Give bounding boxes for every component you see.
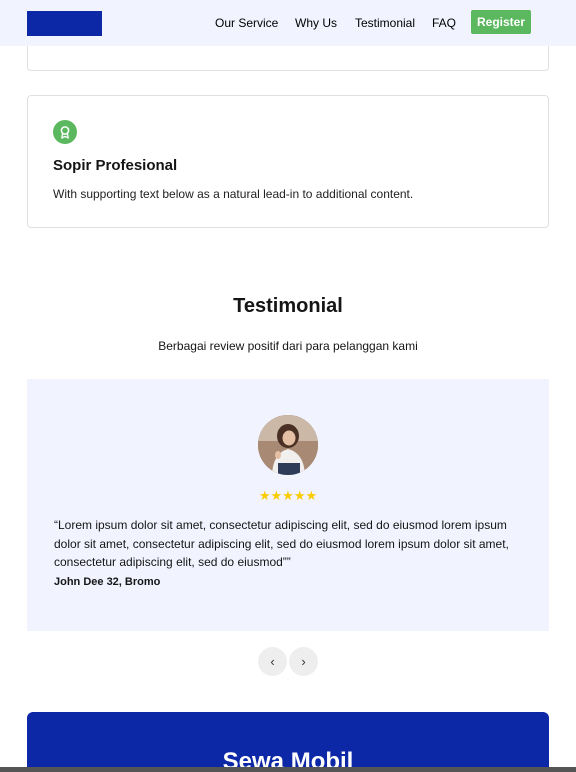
card-text: With supporting text below as a natural … xyxy=(53,187,414,201)
nav-link-our-service[interactable]: Our Service xyxy=(215,16,278,30)
window-bottom-edge xyxy=(0,767,576,772)
carousel-prev-button[interactable]: ‹ xyxy=(258,647,287,676)
carousel-next-button[interactable]: › xyxy=(289,647,318,676)
rating-stars: ★★★★★ xyxy=(258,488,318,503)
navbar: Our Service Why Us Testimonial FAQ Regis… xyxy=(0,0,576,46)
cta-banner: Sewa Mobil xyxy=(27,712,549,772)
award-badge-icon xyxy=(53,120,77,144)
logo[interactable] xyxy=(27,11,102,36)
nav-link-why-us[interactable]: Why Us xyxy=(295,16,337,30)
card-title: Sopir Profesional xyxy=(53,157,178,174)
avatar xyxy=(258,415,318,475)
testimonial-card: ★★★★★ “Lorem ipsum dolor sit amet, conse… xyxy=(27,379,549,631)
testimonial-quote: “Lorem ipsum dolor sit amet, consectetur… xyxy=(54,518,509,569)
testimonial-author: John Dee 32, Bromo xyxy=(54,576,161,588)
register-button[interactable]: Register xyxy=(471,10,531,34)
feature-card: Sopir Profesional With supporting text b… xyxy=(27,95,549,228)
testimonial-heading: Testimonial xyxy=(233,295,343,317)
testimonial-subtitle: Berbagai review positif dari para pelang… xyxy=(158,339,418,353)
nav-link-faq[interactable]: FAQ xyxy=(432,16,456,30)
nav-link-testimonial[interactable]: Testimonial xyxy=(355,16,415,30)
